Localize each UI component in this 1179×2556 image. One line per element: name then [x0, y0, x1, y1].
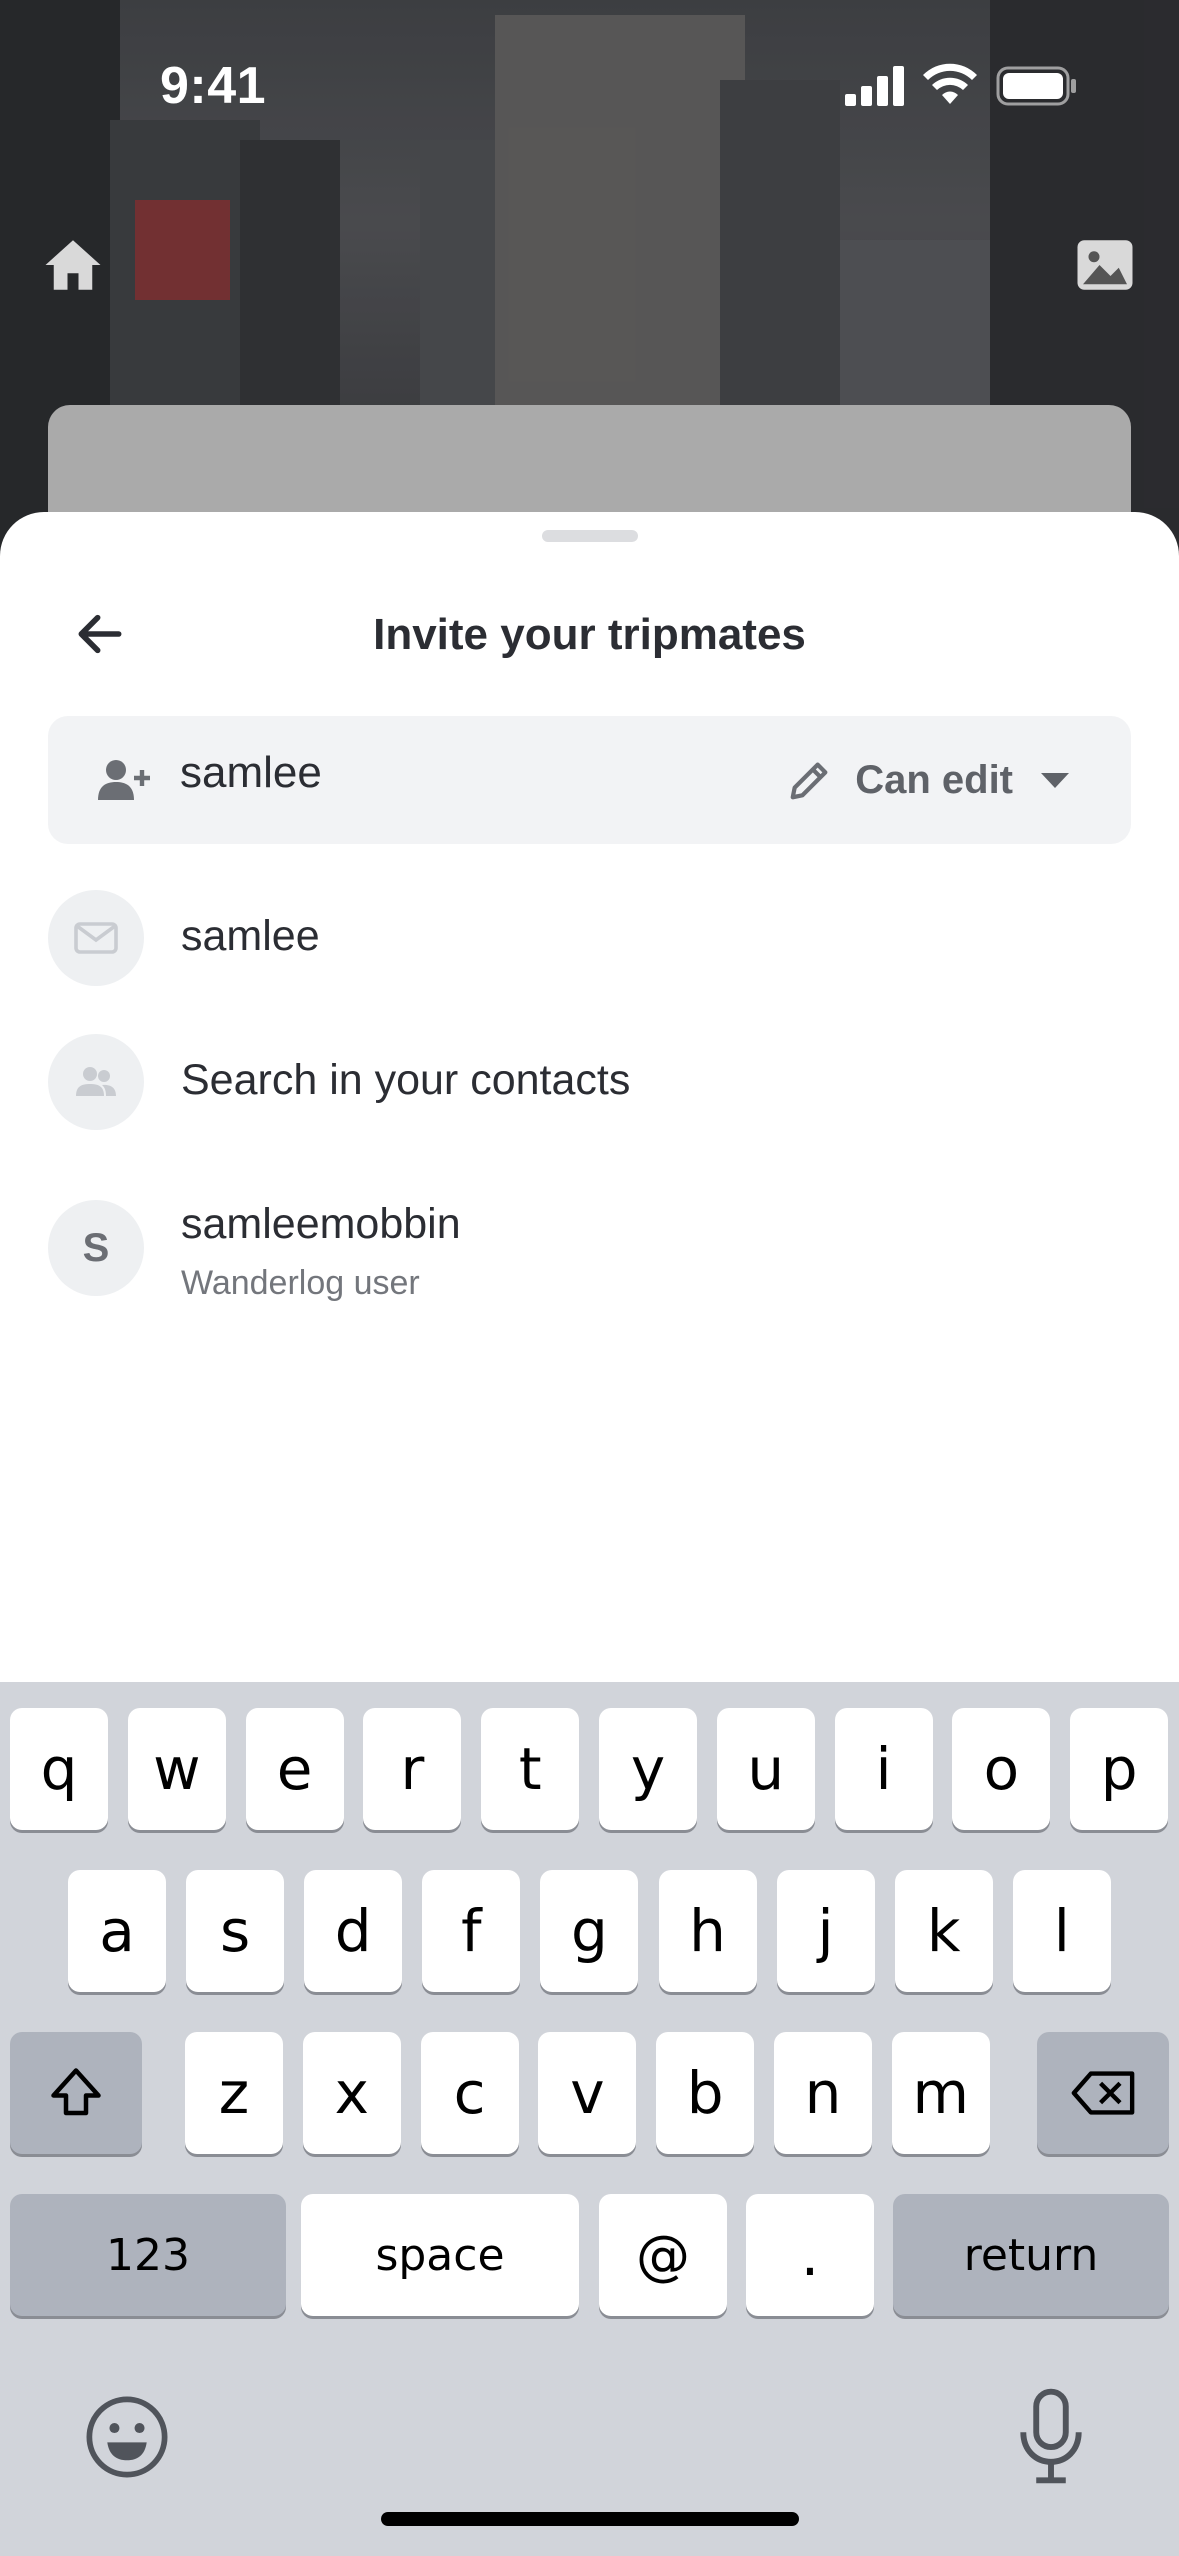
- suggestion-email[interactable]: samlee: [0, 890, 1179, 1000]
- suggestion-label: Search in your contacts: [181, 1056, 631, 1104]
- key-e[interactable]: e: [245, 1708, 344, 1830]
- key-t[interactable]: t: [481, 1708, 580, 1830]
- change-photo-icon[interactable]: [1072, 232, 1138, 298]
- key-h[interactable]: h: [658, 1870, 757, 1992]
- key-z[interactable]: z: [185, 2032, 283, 2154]
- backspace-key[interactable]: [1037, 2032, 1169, 2154]
- dot-key[interactable]: .: [746, 2194, 874, 2316]
- key-x[interactable]: x: [302, 2032, 401, 2154]
- shift-key[interactable]: [10, 2032, 142, 2154]
- suggestion-user[interactable]: S samleemobbin Wanderlog user: [0, 1200, 1179, 1330]
- key-n[interactable]: n: [774, 2032, 872, 2154]
- status-time: 9:41: [160, 57, 267, 115]
- key-c[interactable]: c: [420, 2032, 519, 2154]
- key-u[interactable]: u: [716, 1708, 815, 1830]
- key-f[interactable]: f: [422, 1870, 521, 1992]
- space-key[interactable]: space: [301, 2194, 579, 2316]
- return-key[interactable]: return: [893, 2194, 1169, 2316]
- keyboard: 123 space @ . return qwertyuiop asdfghjkl…: [0, 1682, 1179, 2556]
- sheet-title: Invite your tripmates: [373, 610, 806, 659]
- status-bar: 9:41: [0, 0, 1179, 150]
- microphone-icon[interactable]: [1016, 2388, 1086, 2484]
- key-i[interactable]: i: [834, 1708, 933, 1830]
- avatar-initial: S: [82, 1225, 110, 1270]
- permission-label: Can edit: [855, 757, 1013, 802]
- key-y[interactable]: y: [599, 1708, 697, 1830]
- pencil-icon: [790, 762, 828, 800]
- key-k[interactable]: k: [894, 1870, 993, 1992]
- home-indicator: [381, 2512, 799, 2526]
- key-b[interactable]: b: [656, 2032, 755, 2154]
- invite-field[interactable]: samlee Can edit: [48, 716, 1131, 844]
- invite-input[interactable]: samlee: [180, 748, 322, 798]
- add-person-icon: [98, 760, 150, 800]
- shift-icon: [51, 2068, 101, 2116]
- avatar: S: [48, 1200, 144, 1296]
- key-j[interactable]: j: [776, 1870, 875, 1992]
- key-a[interactable]: a: [68, 1870, 166, 1992]
- suggestion-label: samlee: [181, 912, 320, 960]
- contacts-icon: [76, 1067, 116, 1096]
- chevron-down-icon: [1041, 773, 1069, 788]
- suggestion-contacts[interactable]: Search in your contacts: [0, 1034, 1179, 1144]
- key-r[interactable]: r: [363, 1708, 462, 1830]
- wifi-icon: [923, 63, 977, 104]
- at-key[interactable]: @: [599, 2194, 727, 2316]
- sheet-grabber[interactable]: [542, 530, 638, 542]
- mail-icon-circle: [48, 890, 144, 986]
- home-icon[interactable]: [40, 232, 106, 298]
- backspace-icon: [1071, 2071, 1135, 2115]
- permission-dropdown[interactable]: Can edit: [787, 746, 1069, 814]
- key-s[interactable]: s: [186, 1870, 285, 1992]
- key-d[interactable]: d: [304, 1870, 403, 1992]
- suggestion-sublabel: Wanderlog user: [181, 1264, 420, 1302]
- contacts-icon-circle: [48, 1034, 144, 1130]
- key-w[interactable]: w: [127, 1708, 226, 1830]
- key-p[interactable]: p: [1070, 1708, 1169, 1830]
- mail-icon: [74, 922, 118, 954]
- key-l[interactable]: l: [1012, 1870, 1111, 1992]
- key-o[interactable]: o: [952, 1708, 1051, 1830]
- key-g[interactable]: g: [540, 1870, 639, 1992]
- battery-icon: [996, 66, 1076, 106]
- numbers-key[interactable]: 123: [10, 2194, 286, 2316]
- suggestion-label: samleemobbin: [181, 1200, 461, 1248]
- key-m[interactable]: m: [891, 2032, 990, 2154]
- emoji-icon[interactable]: [84, 2394, 170, 2480]
- cellular-signal-icon: [845, 66, 904, 106]
- key-v[interactable]: v: [538, 2032, 637, 2154]
- key-q[interactable]: q: [10, 1708, 108, 1830]
